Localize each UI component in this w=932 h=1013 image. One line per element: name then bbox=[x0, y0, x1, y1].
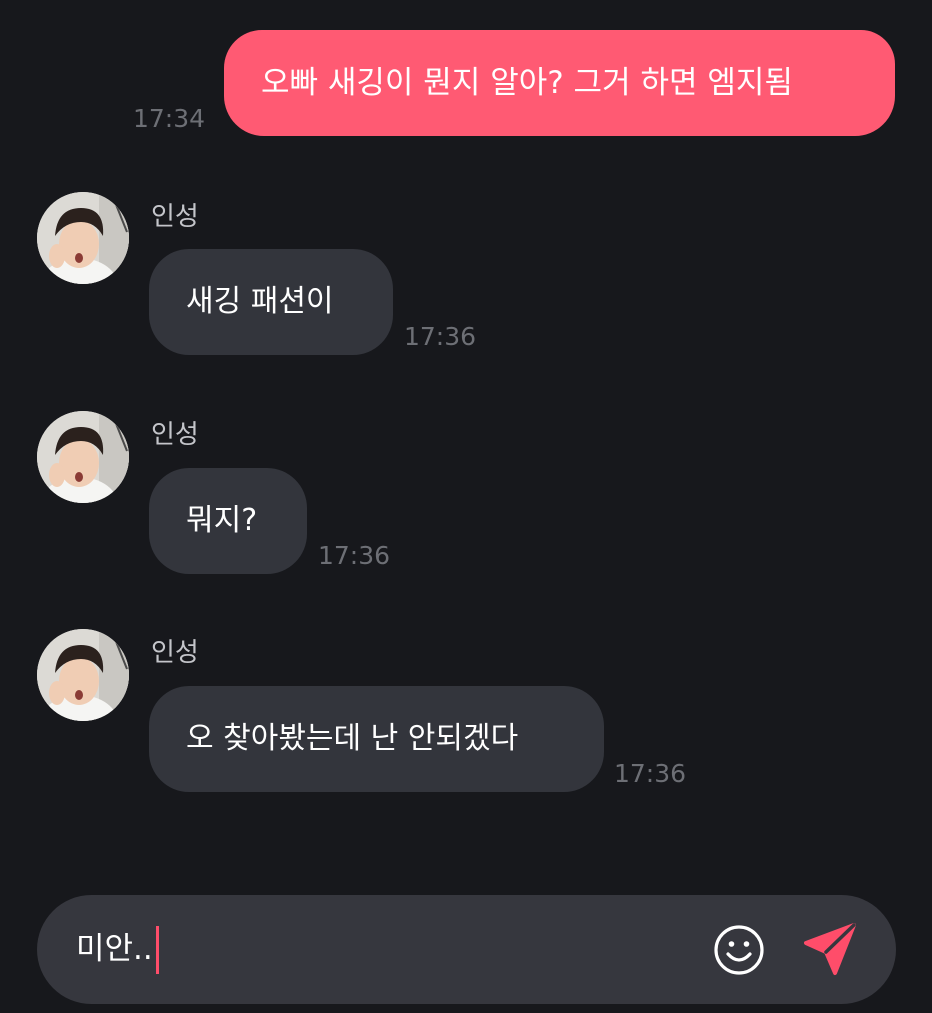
incoming-message-bubble[interactable]: 오 찾아봤는데 난 안되겠다 bbox=[149, 686, 604, 792]
sender-avatar[interactable] bbox=[37, 629, 129, 721]
avatar-photo-icon bbox=[37, 629, 129, 721]
outgoing-message-bubble[interactable]: 오빠 새깅이 뭔지 알아? 그거 하면 엠지됨 bbox=[224, 30, 895, 136]
outgoing-message-text: 오빠 새깅이 뭔지 알아? 그거 하면 엠지됨 bbox=[261, 65, 793, 101]
outgoing-message-time: 17:34 bbox=[133, 104, 206, 133]
incoming-message-text: 오 찾아봤는데 난 안되겠다 bbox=[186, 721, 519, 756]
incoming-message-bubble[interactable]: 새깅 패션이 bbox=[149, 249, 393, 355]
incoming-message-time: 17:36 bbox=[404, 322, 477, 351]
smiley-icon bbox=[714, 925, 764, 975]
sender-avatar[interactable] bbox=[37, 192, 129, 284]
sender-avatar[interactable] bbox=[37, 411, 129, 503]
incoming-message-bubble[interactable]: 뭐지? bbox=[149, 468, 307, 574]
sender-name: 인성 bbox=[151, 638, 199, 668]
emoji-button[interactable] bbox=[712, 923, 766, 977]
message-input[interactable]: 미안.. bbox=[76, 895, 159, 1004]
chat-screen: 오빠 새깅이 뭔지 알아? 그거 하면 엠지됨 17:34 인성 새깅 패션이 … bbox=[0, 0, 932, 1013]
message-input-text: 미안.. bbox=[76, 931, 153, 967]
send-button[interactable] bbox=[802, 921, 860, 979]
incoming-message-text: 뭐지? bbox=[186, 503, 258, 538]
avatar-photo-icon bbox=[37, 192, 129, 284]
message-composer: 미안.. bbox=[37, 895, 896, 1004]
incoming-message-text: 새깅 패션이 bbox=[186, 284, 334, 319]
sender-name: 인성 bbox=[151, 420, 199, 450]
incoming-message-time: 17:36 bbox=[318, 541, 391, 570]
paper-plane-send-icon bbox=[804, 923, 856, 975]
avatar-photo-icon bbox=[37, 411, 129, 503]
sender-name: 인성 bbox=[151, 202, 199, 232]
incoming-message-time: 17:36 bbox=[614, 759, 687, 788]
text-caret bbox=[155, 925, 159, 974]
